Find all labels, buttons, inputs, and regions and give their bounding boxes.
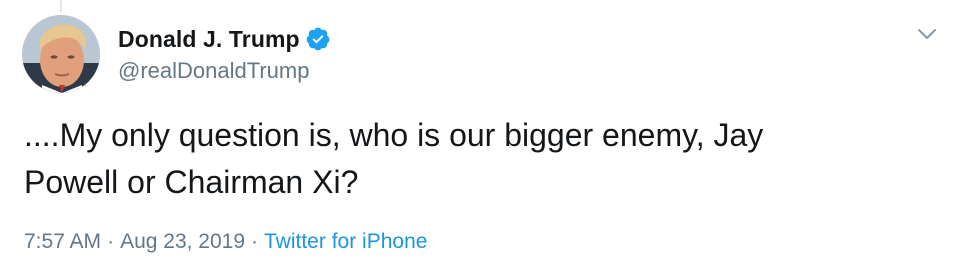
author-display-name[interactable]: Donald J. Trump [118, 26, 300, 53]
avatar-image [22, 15, 100, 93]
author-handle[interactable]: @realDonaldTrump [118, 58, 331, 84]
tweet-metadata: 7:57 AM · Aug 23, 2019 · Twitter for iPh… [24, 230, 427, 254]
verified-badge-icon [305, 26, 331, 52]
meta-separator: · [107, 230, 115, 253]
chevron-down-icon [918, 29, 936, 39]
tweet-source-link[interactable]: Twitter for iPhone [264, 230, 427, 254]
tweet-date[interactable]: Aug 23, 2019 [120, 230, 245, 254]
tweet-text: ....My only question is, who is our bigg… [24, 117, 764, 200]
author-name-row: Donald J. Trump [118, 24, 331, 54]
tweet-header: Donald J. Trump @realDonaldTrump [22, 14, 331, 94]
avatar[interactable] [22, 15, 100, 93]
tweet-card: Donald J. Trump @realDonaldTrump ....My … [0, 0, 960, 276]
tweet-menu-button[interactable] [912, 22, 942, 46]
meta-separator: · [251, 230, 259, 253]
author-identity: Donald J. Trump @realDonaldTrump [118, 24, 331, 84]
tweet-time[interactable]: 7:57 AM [24, 230, 101, 254]
